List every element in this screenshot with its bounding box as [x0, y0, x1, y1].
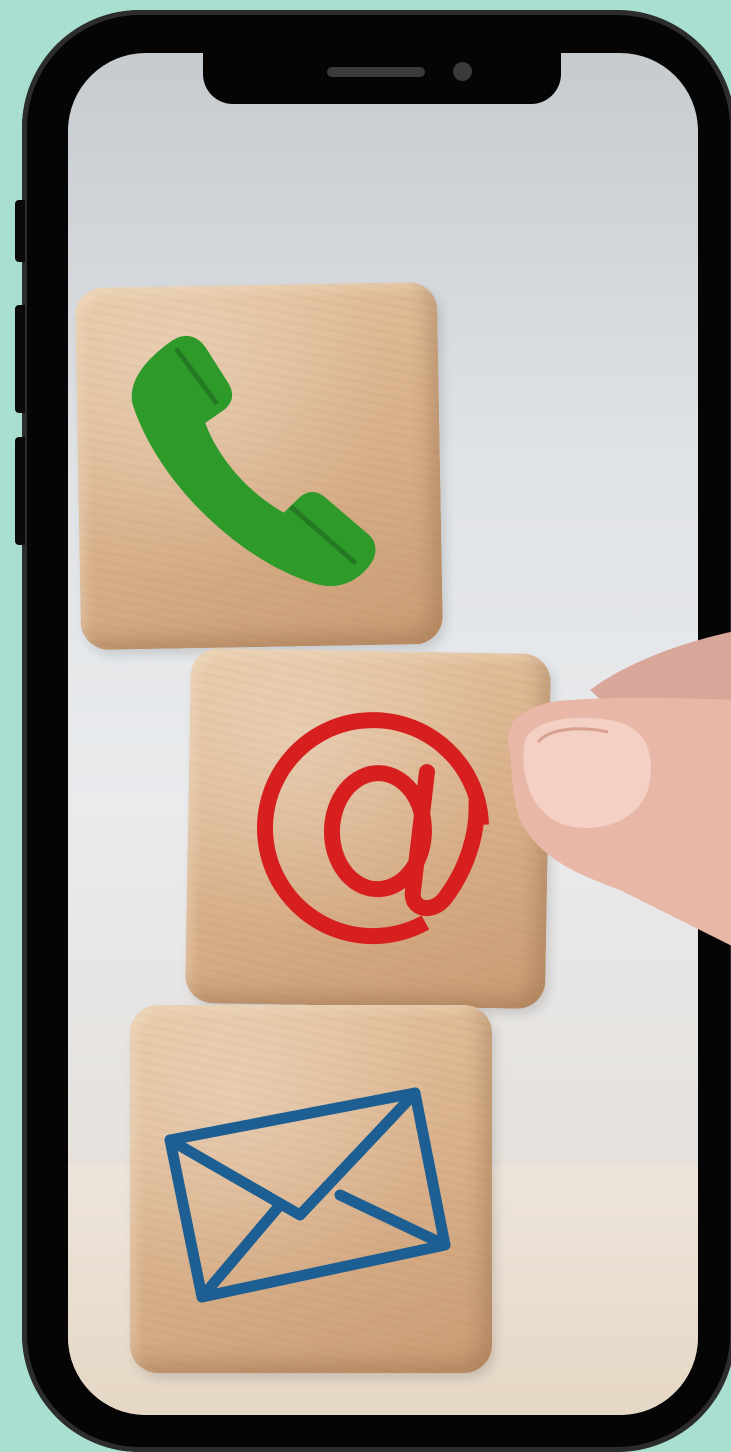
phone-icon — [131, 335, 376, 587]
envelope-icon — [164, 1087, 451, 1303]
phone-notch — [203, 50, 561, 104]
silent-switch — [15, 200, 25, 262]
speaker-grille — [327, 67, 425, 77]
hand-fingers — [508, 631, 731, 946]
volume-up-button — [15, 305, 25, 413]
wood-block-phone — [74, 281, 444, 651]
front-camera — [453, 62, 472, 81]
volume-down-button — [15, 437, 25, 545]
wood-block-envelope — [130, 1005, 492, 1373]
